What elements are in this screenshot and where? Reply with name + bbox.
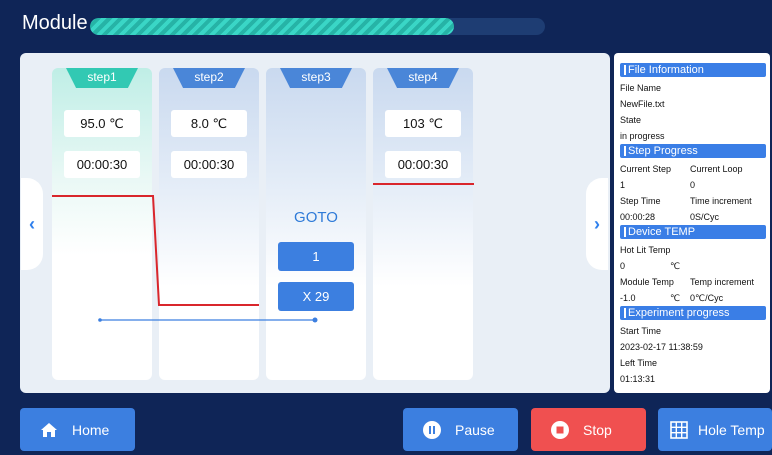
state-value: in progress: [620, 131, 665, 141]
step-1-time[interactable]: 00:00:30: [64, 151, 140, 178]
step-column-1[interactable]: step1 95.0 ℃ 00:00:30: [52, 68, 152, 380]
module-title: Module: [22, 12, 88, 34]
run-progress-bar: [90, 18, 545, 35]
goto-label: GOTO: [294, 209, 338, 226]
pause-icon: [421, 419, 443, 441]
stop-button-label: Stop: [583, 421, 612, 438]
pause-button[interactable]: Pause: [403, 408, 518, 451]
start-time-label: Start Time: [620, 326, 662, 336]
hot-lit-temp-unit: ℃: [670, 261, 681, 271]
step-1-temp[interactable]: 95.0 ℃: [64, 110, 140, 137]
step-progress-header: Step Progress: [620, 144, 766, 158]
module-temp-label: Module Temp: [620, 277, 674, 287]
device-temp-header: Device TEMP: [620, 225, 766, 239]
time-increment-label: Time increment: [690, 196, 752, 206]
home-button-label: Home: [72, 421, 110, 438]
pause-button-label: Pause: [455, 421, 495, 438]
step-tab-2: step2: [173, 68, 245, 88]
step-time-value: 00:00:28: [620, 212, 656, 222]
step-tab-4: step4: [387, 68, 459, 88]
temp-increment-value: 0℃/Cyc: [690, 293, 724, 303]
hole-temp-button-label: Hole Temp: [698, 421, 765, 438]
state-label: State: [620, 115, 642, 125]
run-progress-fill: [90, 18, 454, 35]
goto-repeat-button[interactable]: X 29: [278, 282, 354, 311]
step-2-temp[interactable]: 8.0 ℃: [171, 110, 247, 137]
hot-lit-temp-label: Hot Lit Temp: [620, 245, 671, 255]
step-4-time[interactable]: 00:00:30: [385, 151, 461, 178]
file-name-value: NewFile.txt: [620, 99, 665, 109]
step-time-label: Step Time: [620, 196, 661, 206]
current-step-label: Current Step: [620, 164, 672, 174]
home-button[interactable]: Home: [20, 408, 135, 451]
file-name-label: File Name: [620, 83, 662, 93]
next-page-button[interactable]: ›: [586, 178, 608, 270]
stop-button[interactable]: Stop: [531, 408, 646, 451]
hot-lit-temp-value: 0: [620, 261, 626, 271]
module-temp-unit: ℃: [670, 293, 681, 303]
home-icon: [38, 419, 60, 441]
prev-page-button[interactable]: ‹: [21, 178, 43, 270]
goto-target-button[interactable]: 1: [278, 242, 354, 271]
step-column-3[interactable]: step3 GOTO 1 X 29: [266, 68, 366, 380]
chevron-left-icon: ‹: [29, 213, 35, 234]
step-column-2[interactable]: step2 8.0 ℃ 00:00:30: [159, 68, 259, 380]
experiment-progress-header: Experiment progress: [620, 306, 766, 320]
current-loop-value: 0: [690, 180, 696, 190]
left-time-label: Left Time: [620, 358, 658, 368]
step-2-time[interactable]: 00:00:30: [171, 151, 247, 178]
step-tab-3: step3: [280, 68, 352, 88]
grid-icon: [668, 419, 690, 441]
left-time-value: 01:13:31: [620, 374, 656, 384]
temp-increment-label: Temp increment: [690, 277, 755, 287]
step-column-4[interactable]: step4 103 ℃ 00:00:30: [373, 68, 473, 380]
file-info-header: File Information: [620, 63, 766, 77]
info-sidebar: File Information File Name NewFile.txt S…: [614, 53, 770, 393]
module-temp-value: -1.0: [620, 293, 636, 303]
start-time-value: 2023-02-17 11:38:59: [620, 342, 703, 352]
current-loop-label: Current Loop: [690, 164, 743, 174]
step-4-temp[interactable]: 103 ℃: [385, 110, 461, 137]
stop-icon: [549, 419, 571, 441]
current-step-value: 1: [620, 180, 626, 190]
hole-temp-button[interactable]: Hole Temp: [658, 408, 772, 451]
chevron-right-icon: ›: [594, 213, 600, 234]
time-increment-value: 0S/Cyc: [690, 212, 720, 222]
step-tab-1: step1: [66, 68, 138, 88]
